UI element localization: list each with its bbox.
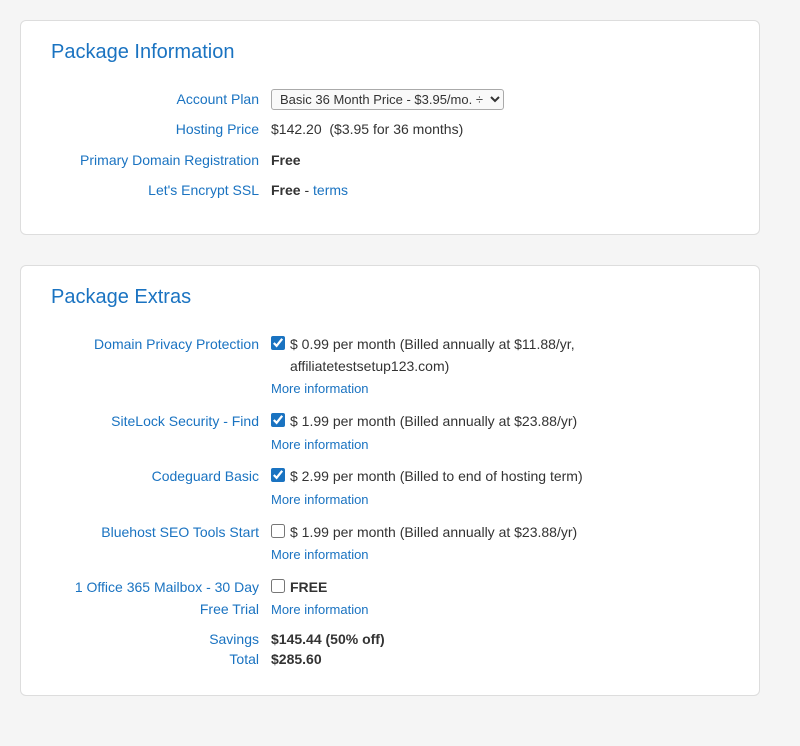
- domain-privacy-row: Domain Privacy Protection $ 0.99 per mon…: [51, 333, 729, 401]
- primary-domain-label: Primary Domain Registration: [51, 149, 271, 171]
- codeguard-text: $ 2.99 per month (Billed to end of hosti…: [290, 465, 583, 487]
- primary-domain-value: Free: [271, 149, 301, 171]
- domain-privacy-more-info[interactable]: More information: [271, 379, 575, 400]
- total-row: Total $285.60: [51, 651, 729, 667]
- primary-domain-row: Primary Domain Registration Free: [51, 149, 729, 171]
- ssl-value: Free - terms: [271, 179, 348, 201]
- account-plan-select[interactable]: Basic 36 Month Price - $3.95/mo. ÷: [271, 89, 504, 110]
- ssl-terms-link[interactable]: terms: [313, 182, 348, 198]
- total-label: Total: [51, 651, 271, 667]
- package-extras-card: Package Extras Domain Privacy Protection…: [20, 265, 760, 696]
- account-plan-label: Account Plan: [51, 88, 271, 110]
- sitelock-more-info[interactable]: More information: [271, 435, 577, 456]
- package-info-title: Package Information: [51, 41, 729, 72]
- total-value: $285.60: [271, 651, 322, 667]
- codeguard-row: Codeguard Basic $ 2.99 per month (Billed…: [51, 465, 729, 510]
- package-information-card: Package Information Account Plan Basic 3…: [20, 20, 760, 235]
- domain-privacy-value: $ 0.99 per month (Billed annually at $11…: [271, 333, 575, 401]
- sitelock-value: $ 1.99 per month (Billed annually at $23…: [271, 410, 577, 455]
- office365-value: FREE More information: [271, 576, 369, 621]
- domain-privacy-label: Domain Privacy Protection: [51, 333, 271, 355]
- sitelock-text: $ 1.99 per month (Billed annually at $23…: [290, 410, 577, 432]
- savings-label: Savings: [51, 631, 271, 647]
- ssl-row: Let's Encrypt SSL Free - terms: [51, 179, 729, 201]
- savings-row: Savings $145.44 (50% off): [51, 631, 729, 647]
- office365-row: 1 Office 365 Mailbox - 30 DayFree Trial …: [51, 576, 729, 621]
- codeguard-label: Codeguard Basic: [51, 465, 271, 487]
- office365-label: 1 Office 365 Mailbox - 30 DayFree Trial: [51, 576, 271, 621]
- office365-checkbox[interactable]: [271, 579, 285, 593]
- hosting-price-label: Hosting Price: [51, 118, 271, 140]
- sitelock-label: SiteLock Security - Find: [51, 410, 271, 432]
- office365-text: FREE: [290, 576, 327, 598]
- savings-value: $145.44 (50% off): [271, 631, 385, 647]
- account-plan-row: Account Plan Basic 36 Month Price - $3.9…: [51, 88, 729, 110]
- codeguard-value: $ 2.99 per month (Billed to end of hosti…: [271, 465, 583, 510]
- ssl-label: Let's Encrypt SSL: [51, 179, 271, 201]
- hosting-price-row: Hosting Price $142.20 ($3.95 for 36 mont…: [51, 118, 729, 140]
- sitelock-checkbox[interactable]: [271, 413, 285, 427]
- hosting-price-value: $142.20 ($3.95 for 36 months): [271, 118, 463, 140]
- seo-tools-row: Bluehost SEO Tools Start $ 1.99 per mont…: [51, 521, 729, 566]
- sitelock-row: SiteLock Security - Find $ 1.99 per mont…: [51, 410, 729, 455]
- codeguard-more-info[interactable]: More information: [271, 490, 583, 511]
- domain-privacy-checkbox[interactable]: [271, 336, 285, 350]
- account-plan-value: Basic 36 Month Price - $3.95/mo. ÷: [271, 88, 504, 110]
- seo-tools-value: $ 1.99 per month (Billed annually at $23…: [271, 521, 577, 566]
- office365-more-info[interactable]: More information: [271, 600, 369, 621]
- seo-tools-checkbox[interactable]: [271, 524, 285, 538]
- domain-privacy-text: $ 0.99 per month (Billed annually at $11…: [290, 333, 575, 378]
- codeguard-checkbox[interactable]: [271, 468, 285, 482]
- seo-tools-more-info[interactable]: More information: [271, 545, 577, 566]
- package-extras-title: Package Extras: [51, 286, 729, 317]
